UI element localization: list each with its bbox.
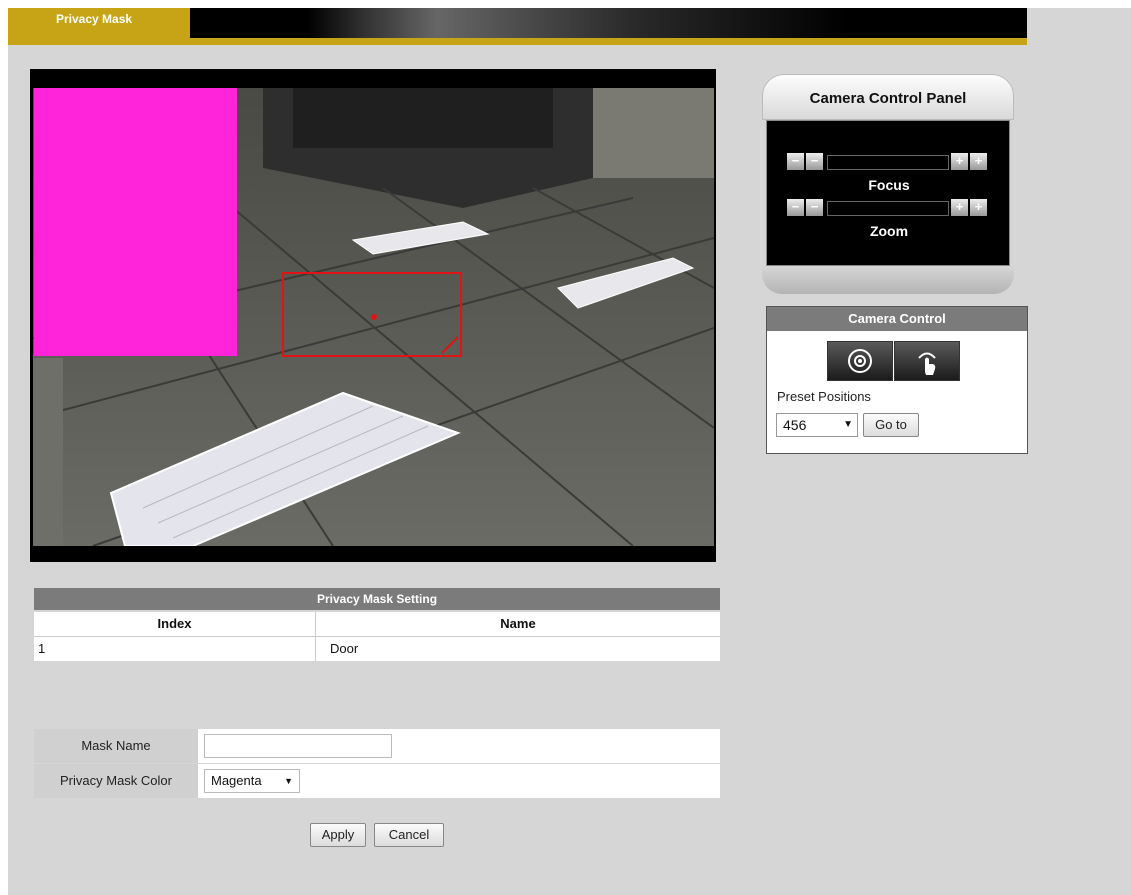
zoom-minus-button[interactable]: − bbox=[787, 199, 804, 216]
mask-color-row: Privacy Mask Color Magenta ▼ bbox=[34, 764, 720, 798]
camera-control-panel: Camera Control Panel − − + + Focus − − +… bbox=[762, 74, 1014, 294]
row-index-cell: 1 bbox=[34, 637, 316, 661]
row-name-cell: Door bbox=[330, 641, 359, 656]
camera-control-panel-footer bbox=[762, 266, 1014, 294]
zoom-plus-button[interactable]: + bbox=[970, 199, 987, 216]
header-decoration bbox=[308, 8, 1027, 38]
header-underline bbox=[8, 38, 1027, 45]
mask-color-label: Privacy Mask Color bbox=[34, 764, 198, 798]
preset-select[interactable]: 456 ▼ bbox=[776, 413, 858, 437]
column-header-index: Index bbox=[34, 612, 316, 636]
camera-control-panel-body: − − + + Focus − − + + Zoom bbox=[766, 120, 1010, 266]
ptz-joystick-button[interactable] bbox=[827, 341, 893, 381]
mask-name-label: Mask Name bbox=[34, 729, 198, 763]
zoom-minus-step-button[interactable]: − bbox=[806, 199, 823, 216]
focus-slider[interactable]: − − + + bbox=[787, 153, 987, 170]
hand-pointer-icon bbox=[918, 352, 936, 375]
click-to-center-button[interactable] bbox=[894, 341, 960, 381]
camera-control-panel-title: Camera Control Panel bbox=[809, 90, 967, 107]
tab-privacy-mask[interactable]: Privacy Mask bbox=[8, 8, 190, 38]
zoom-plus-step-button[interactable]: + bbox=[951, 199, 968, 216]
go-to-button[interactable]: Go to bbox=[863, 413, 919, 437]
focus-minus-button[interactable]: − bbox=[787, 153, 804, 170]
resize-handle-icon[interactable] bbox=[440, 335, 460, 355]
table-row[interactable]: 1 Door bbox=[34, 637, 720, 661]
camera-control-box: Camera Control Preset Positions 456 ▼ Go… bbox=[766, 306, 1028, 454]
focus-track[interactable] bbox=[827, 155, 949, 170]
cancel-button[interactable]: Cancel bbox=[374, 823, 444, 847]
chevron-down-icon: ▼ bbox=[843, 419, 853, 430]
preset-select-value: 456 bbox=[783, 417, 807, 433]
zoom-track[interactable] bbox=[827, 201, 949, 216]
tab-privacy-mask-label: Privacy Mask bbox=[56, 12, 133, 26]
preset-positions-label: Preset Positions bbox=[777, 389, 871, 404]
top-bar: Privacy Mask bbox=[8, 8, 1027, 38]
column-header-name: Name bbox=[500, 616, 536, 631]
selection-center-point bbox=[371, 314, 377, 320]
focus-minus-step-button[interactable]: − bbox=[806, 153, 823, 170]
joystick-icon bbox=[848, 349, 872, 373]
privacy-mask-region[interactable] bbox=[34, 88, 237, 356]
apply-button[interactable]: Apply bbox=[310, 823, 366, 847]
camera-control-title: Camera Control bbox=[767, 307, 1027, 331]
mask-name-row: Mask Name bbox=[34, 729, 720, 763]
page: Privacy Mask Camera Control Panel − − + … bbox=[8, 8, 1131, 895]
chevron-down-icon: ▼ bbox=[284, 776, 293, 786]
privacy-mask-table-header-row: Index Name bbox=[34, 612, 720, 636]
focus-label: Focus bbox=[868, 177, 910, 193]
privacy-mask-setting-header: Privacy Mask Setting bbox=[34, 588, 720, 610]
mask-color-select[interactable]: Magenta ▼ bbox=[204, 769, 300, 793]
mask-name-input[interactable] bbox=[204, 734, 392, 758]
zoom-label: Zoom bbox=[869, 223, 909, 239]
mask-color-select-value: Magenta bbox=[211, 773, 262, 788]
focus-plus-step-button[interactable]: + bbox=[951, 153, 968, 170]
focus-plus-button[interactable]: + bbox=[970, 153, 987, 170]
zoom-slider[interactable]: − − + + bbox=[787, 199, 987, 216]
